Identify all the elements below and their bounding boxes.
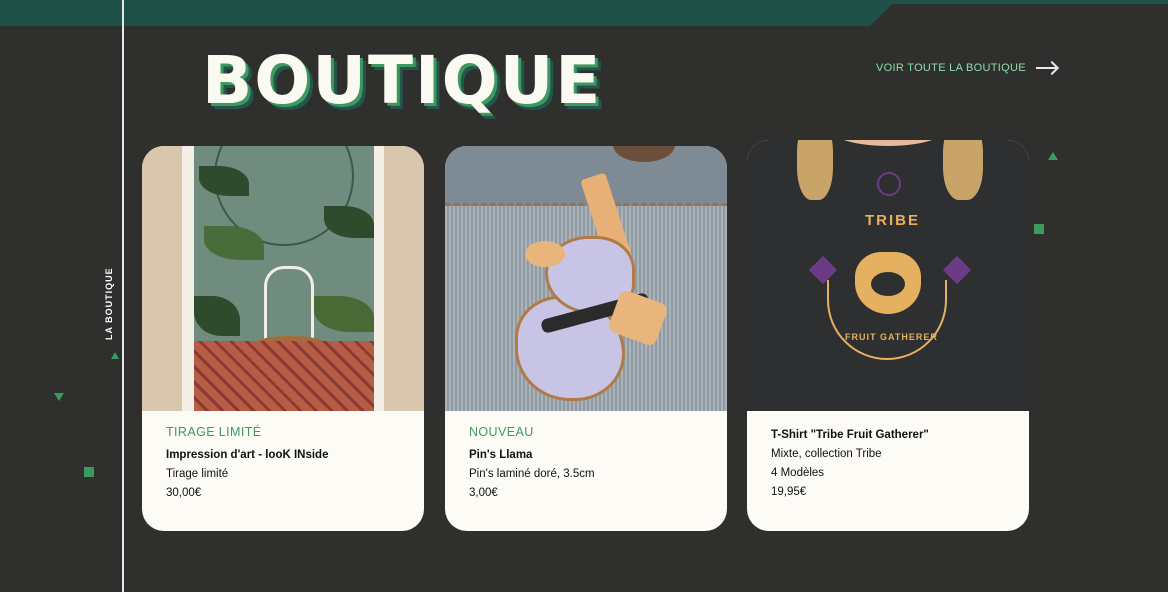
product-models: 4 Modèles [771, 467, 825, 479]
product-price: 3,00€ [469, 487, 498, 499]
product-image [142, 146, 424, 411]
triangle-down-icon [54, 393, 64, 401]
product-detail: Mixte, collection Tribe [771, 448, 882, 460]
tshirt-print-bottom: FRUIT GATHERER [845, 332, 938, 342]
tshirt-print-top: TRIBE [865, 212, 920, 229]
product-title: Impression d'art - looK INside [166, 449, 329, 461]
square-decoration [1034, 224, 1044, 234]
product-detail: Pin's laminé doré, 3.5cm [469, 468, 595, 480]
product-image: TRIBE FRUIT GATHERER [747, 140, 1029, 411]
product-card-llama-pin[interactable]: NOUVEAU Pin's Llama Pin's laminé doré, 3… [445, 146, 727, 531]
product-price: 19,95€ [771, 486, 807, 498]
product-image [445, 146, 727, 411]
product-badge: NOUVEAU [469, 425, 534, 439]
side-triangle-icon [111, 352, 119, 359]
square-decoration [84, 467, 94, 477]
product-title: T-Shirt "Tribe Fruit Gatherer" [771, 429, 929, 441]
product-card-tshirt[interactable]: TRIBE FRUIT GATHERER T-Shirt "Tribe Frui… [747, 140, 1029, 531]
triangle-up-icon [1048, 152, 1058, 160]
product-card-art-print[interactable]: TIRAGE LIMITÉ Impression d'art - looK IN… [142, 146, 424, 531]
arrow-right-icon [1035, 62, 1058, 74]
vertical-divider [122, 0, 124, 592]
product-badge: TIRAGE LIMITÉ [166, 425, 262, 439]
product-title: Pin's Llama [469, 449, 533, 461]
product-detail: Tirage limité [166, 468, 229, 480]
top-banner [0, 0, 1168, 26]
see-all-shop-link[interactable]: VOIR TOUTE LA BOUTIQUE [876, 62, 1058, 74]
page-title: BOUTIQUE [202, 42, 603, 119]
section-side-label: LA BOUTIQUE [104, 267, 114, 340]
product-price: 30,00€ [166, 487, 202, 499]
see-all-label: VOIR TOUTE LA BOUTIQUE [876, 62, 1026, 74]
